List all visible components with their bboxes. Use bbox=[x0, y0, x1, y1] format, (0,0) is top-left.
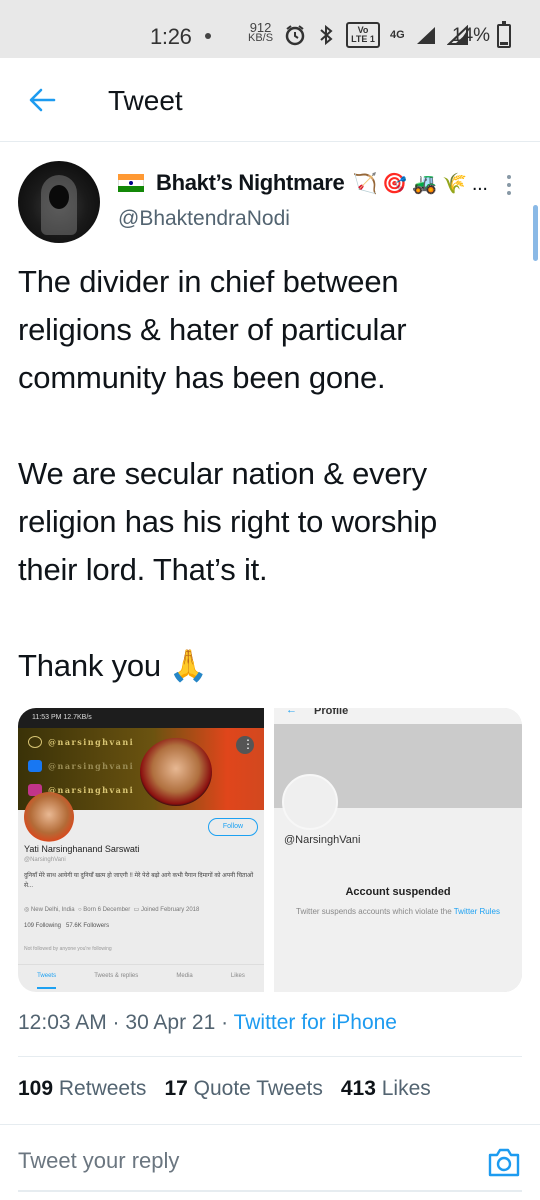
status-time: 1:26 bbox=[150, 24, 192, 49]
retweets-stat[interactable]: 109 Retweets bbox=[18, 1077, 146, 1101]
tweet-text: The divider in chief between religions &… bbox=[18, 258, 523, 738]
battery-icon bbox=[497, 21, 511, 48]
tweet-paragraph-3: Thank you 🙏 bbox=[18, 642, 523, 690]
quote-tweets-stat[interactable]: 17 Quote Tweets bbox=[164, 1077, 322, 1101]
screenshot-topbar: ← Profile bbox=[274, 708, 522, 724]
tweet-line: The divider in chief between bbox=[18, 264, 399, 299]
india-flag-icon bbox=[118, 174, 144, 192]
account-suspended-title: Account suspended bbox=[345, 886, 451, 898]
tweet-media: 11:53 PM 12.7KB/s @narsinghvani @narsing… bbox=[18, 708, 522, 992]
screenshot-name: Yati Narsinghanand Sarswati bbox=[24, 844, 140, 854]
kebab-icon bbox=[236, 736, 254, 754]
net-speed: 912 KB/S bbox=[248, 21, 274, 44]
tweet-line: We are secular nation & every bbox=[18, 456, 427, 491]
screenshot-meta: ◎ New Delhi, India ○ Born 6 December ▭ J… bbox=[24, 907, 200, 913]
tweet-time-date: 12:03 AM · 30 Apr 21 · bbox=[18, 1011, 234, 1034]
screenshot-statusbar: 11:53 PM 12.7KB/s bbox=[18, 708, 264, 728]
screenshot-tabs: Tweets Tweets & replies Media Likes bbox=[18, 964, 264, 992]
scrollbar-thumb[interactable] bbox=[533, 205, 538, 261]
screenshot-handle: @NarsinghVani bbox=[284, 834, 361, 846]
banner-row: @narsinghvani bbox=[28, 736, 134, 748]
volte-badge: Vo LTE 1 bbox=[346, 22, 380, 48]
author-name-emojis: 🏹 🎯 🚜 🌾 ... bbox=[352, 172, 488, 195]
tweet-source-link[interactable]: Twitter for iPhone bbox=[234, 1011, 397, 1034]
page-title: Tweet bbox=[108, 85, 183, 116]
divider bbox=[18, 1056, 522, 1057]
media-image-1[interactable]: 11:53 PM 12.7KB/s @narsinghvani @narsing… bbox=[18, 708, 264, 992]
author-name-row[interactable]: Bhakt’s Nightmare 🏹 🎯 🚜 🌾 ... bbox=[118, 170, 488, 196]
network-type-4g: 4G bbox=[390, 29, 405, 41]
banner-portrait bbox=[140, 738, 212, 806]
screenshot-follow-button: Follow bbox=[208, 818, 258, 836]
screenshot-avatar-empty bbox=[282, 774, 338, 830]
tweet-line: their lord. That’s it. bbox=[18, 552, 268, 587]
top-app-bar: Tweet bbox=[0, 58, 540, 142]
screenshot-avatar bbox=[24, 792, 74, 842]
tweet-line: religions & hater of particular bbox=[18, 312, 407, 347]
reply-underline bbox=[18, 1190, 522, 1192]
tweet-stats: 109 Retweets 17 Quote Tweets 413 Likes bbox=[18, 1077, 431, 1101]
net-speed-unit: KB/S bbox=[248, 32, 274, 44]
back-arrow-icon[interactable] bbox=[28, 86, 56, 114]
tweet-line: religion has his right to worship bbox=[18, 504, 437, 539]
author-name: Bhakt’s Nightmare bbox=[156, 170, 345, 195]
alarm-icon bbox=[285, 25, 305, 46]
battery-percent: 14% bbox=[452, 25, 491, 46]
author-handle[interactable]: @BhaktendraNodi bbox=[118, 207, 290, 231]
account-suspended-text: Twitter suspends accounts which violate … bbox=[296, 907, 500, 916]
author-avatar[interactable] bbox=[18, 161, 100, 243]
bluetooth-icon bbox=[320, 24, 333, 46]
more-options-icon[interactable] bbox=[506, 175, 512, 197]
status-icons: Vo LTE 1 4G bbox=[284, 22, 469, 48]
likes-stat[interactable]: 413 Likes bbox=[341, 1077, 431, 1101]
divider bbox=[0, 1124, 540, 1125]
screenshot-title: Profile bbox=[314, 708, 349, 717]
media-image-2[interactable]: ← Profile @NarsinghVani Account suspende… bbox=[274, 708, 522, 992]
screenshot-not-followed: Not followed by anyone you're following bbox=[24, 946, 112, 952]
status-bar: 1:26 912 KB/S Vo LTE 1 4G 14% bbox=[0, 0, 540, 58]
screenshot-stats: 109 Following 57.6K Followers bbox=[24, 923, 110, 929]
back-arrow-icon: ← bbox=[286, 708, 297, 716]
signal-icon-1 bbox=[416, 27, 435, 44]
tweet-line: Thank you 🙏 bbox=[18, 648, 208, 683]
reply-input[interactable] bbox=[18, 1148, 458, 1174]
banner-row: @narsinghvani bbox=[28, 760, 134, 772]
tweet-paragraph-2: We are secular nation & every religion h… bbox=[18, 450, 523, 594]
screenshot-bio: दुनियाँ मेरे साथ आयेगी या दुनियाँ खत्म ह… bbox=[24, 873, 254, 889]
tweet-paragraph-1: The divider in chief between religions &… bbox=[18, 258, 523, 402]
screenshot-handle: @NarsinghVani bbox=[24, 857, 66, 863]
tweet-timestamp: 12:03 AM · 30 Apr 21 · Twitter for iPhon… bbox=[18, 1011, 397, 1035]
camera-icon[interactable] bbox=[487, 1146, 521, 1178]
notification-dot-icon bbox=[205, 33, 211, 39]
tweet-line: community has been gone. bbox=[18, 360, 386, 395]
